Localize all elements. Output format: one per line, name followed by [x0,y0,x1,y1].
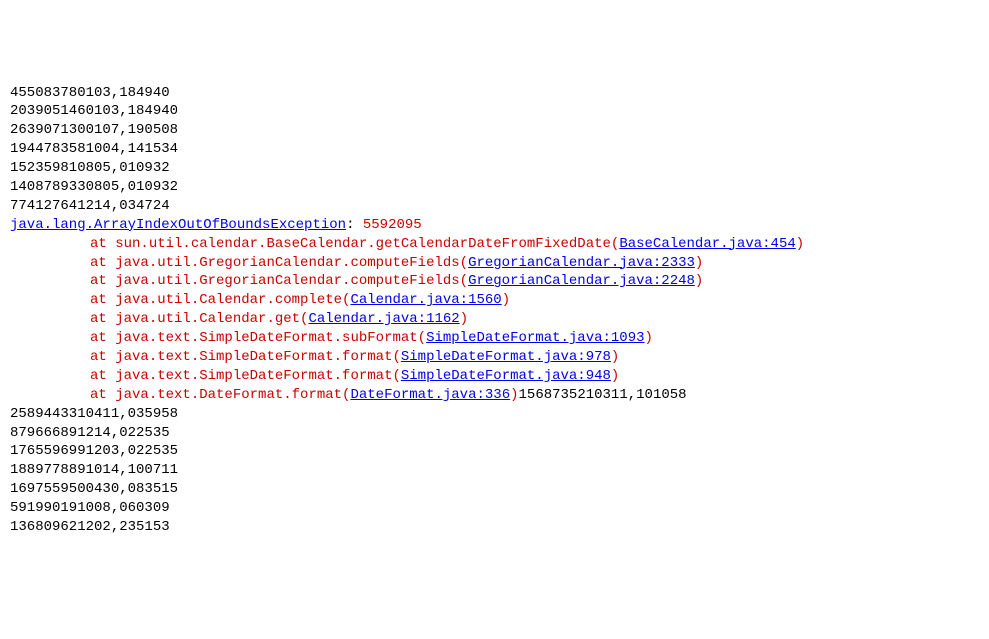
output-line: 2039051460103,184940 [10,102,979,121]
at-keyword: at [90,368,115,384]
stack-frame: at java.util.GregorianCalendar.computeFi… [10,254,979,273]
stack-method: java.text.DateFormat.format( [115,387,350,403]
output-line: 136809621202,235153 [10,518,979,537]
exception-message: 5592095 [363,217,422,233]
output-line: 152359810805,010932 [10,159,979,178]
output-line: 1889778891014,100711 [10,461,979,480]
stack-frame: at java.util.GregorianCalendar.computeFi… [10,272,979,291]
output-line: 1408789330805,010932 [10,178,979,197]
stack-suffix: ) [695,273,703,289]
stack-method: sun.util.calendar.BaseCalendar.getCalend… [115,236,619,252]
stack-suffix: ) [611,349,619,365]
output-line: 1765596991203,022535 [10,442,979,461]
source-link[interactable]: SimpleDateFormat.java:1093 [426,330,644,346]
output-line: 2589443310411,035958 [10,405,979,424]
source-link[interactable]: SimpleDateFormat.java:948 [401,368,611,384]
stack-suffix: ) [645,330,653,346]
stack-method: java.util.GregorianCalendar.computeField… [115,273,468,289]
source-link[interactable]: DateFormat.java:336 [350,387,510,403]
stack-method: java.util.Calendar.get( [115,311,308,327]
output-line: 591990191008,060309 [10,499,979,518]
stack-frame: at java.util.Calendar.get(Calendar.java:… [10,310,979,329]
stack-suffix: ) [611,368,619,384]
stack-frame: at java.text.SimpleDateFormat.format(Sim… [10,367,979,386]
at-keyword: at [90,255,115,271]
inline-output: 1568735210311,101058 [519,387,687,403]
source-link[interactable]: SimpleDateFormat.java:978 [401,349,611,365]
stack-frame: at java.text.DateFormat.format(DateForma… [10,386,979,405]
output-line: 455083780103,184940 [10,84,979,103]
stack-frame: at java.text.SimpleDateFormat.format(Sim… [10,348,979,367]
stack-suffix: ) [510,387,518,403]
stack-method: java.text.SimpleDateFormat.format( [115,368,401,384]
output-line: 1944783581004,141534 [10,140,979,159]
source-link[interactable]: BaseCalendar.java:454 [619,236,795,252]
stack-method: java.text.SimpleDateFormat.subFormat( [115,330,426,346]
stack-method: java.util.GregorianCalendar.computeField… [115,255,468,271]
output-line: 1697559500430,083515 [10,480,979,499]
exception-class-link[interactable]: java.lang.ArrayIndexOutOfBoundsException [10,217,346,233]
stack-suffix: ) [460,311,468,327]
source-link[interactable]: Calendar.java:1162 [308,311,459,327]
at-keyword: at [90,292,115,308]
console-output: 455083780103,1849402039051460103,1849402… [10,84,979,537]
source-link[interactable]: GregorianCalendar.java:2333 [468,255,695,271]
at-keyword: at [90,273,115,289]
at-keyword: at [90,236,115,252]
exception-header: java.lang.ArrayIndexOutOfBoundsException… [10,216,979,235]
source-link[interactable]: Calendar.java:1560 [350,292,501,308]
source-link[interactable]: GregorianCalendar.java:2248 [468,273,695,289]
at-keyword: at [90,330,115,346]
at-keyword: at [90,349,115,365]
stack-frame: at sun.util.calendar.BaseCalendar.getCal… [10,235,979,254]
output-line: 879666891214,022535 [10,424,979,443]
stack-suffix: ) [796,236,804,252]
output-line: 2639071300107,190508 [10,121,979,140]
stack-frame: at java.text.SimpleDateFormat.subFormat(… [10,329,979,348]
at-keyword: at [90,311,115,327]
at-keyword: at [90,387,115,403]
output-line: 774127641214,034724 [10,197,979,216]
stack-suffix: ) [695,255,703,271]
stack-method: java.util.Calendar.complete( [115,292,350,308]
stack-suffix: ) [502,292,510,308]
stack-frame: at java.util.Calendar.complete(Calendar.… [10,291,979,310]
stack-method: java.text.SimpleDateFormat.format( [115,349,401,365]
